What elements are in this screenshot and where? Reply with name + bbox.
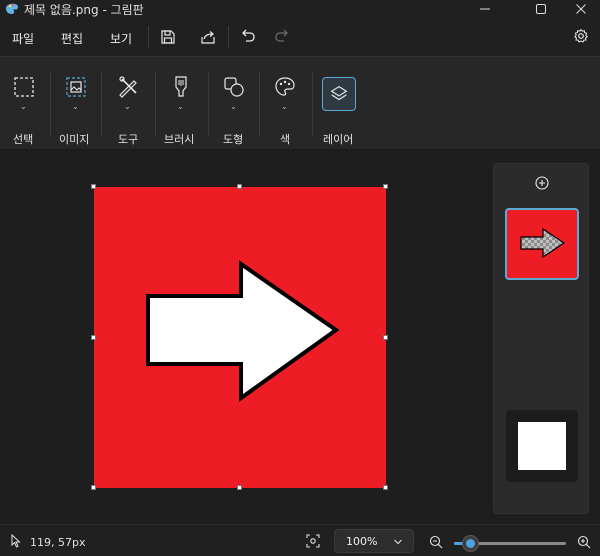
menu-view[interactable]: 보기 bbox=[110, 30, 132, 47]
brush-icon bbox=[175, 76, 187, 97]
settings-icon bbox=[573, 28, 589, 43]
ribbon-label-colors: 색 bbox=[280, 133, 291, 146]
resize-handle-bottom[interactable] bbox=[237, 485, 242, 490]
chevron-down-icon bbox=[394, 539, 402, 545]
redo-button[interactable] bbox=[272, 26, 292, 46]
layers-icon bbox=[330, 85, 348, 101]
paint-app-icon bbox=[6, 3, 18, 15]
image-icon bbox=[66, 77, 86, 97]
zoom-in-icon[interactable] bbox=[577, 535, 591, 549]
resize-handle-top-right[interactable] bbox=[383, 184, 388, 189]
resize-handle-right[interactable] bbox=[383, 335, 388, 340]
share-icon bbox=[201, 31, 215, 44]
ribbon-label-layers: 레이어 bbox=[323, 133, 354, 146]
resize-handle-top[interactable] bbox=[237, 184, 242, 189]
maximize-icon bbox=[536, 4, 546, 14]
ribbon-group-colors[interactable]: ⌄ 색 bbox=[260, 57, 312, 151]
minimize-button[interactable] bbox=[462, 0, 508, 18]
layers-button[interactable] bbox=[322, 77, 356, 111]
drawing-canvas[interactable] bbox=[94, 187, 386, 488]
chevron-down-icon: ⌄ bbox=[177, 102, 184, 111]
menu-bar: 파일 편집 보기 bbox=[0, 18, 600, 56]
menu-edit[interactable]: 편집 bbox=[61, 30, 83, 47]
ribbon-label-tools: 도구 bbox=[118, 133, 139, 146]
zoom-slider-thumb[interactable] bbox=[463, 536, 479, 551]
settings-button[interactable] bbox=[571, 26, 591, 46]
background-layer-thumbnail[interactable] bbox=[506, 410, 578, 482]
resize-handle-bottom-left[interactable] bbox=[91, 485, 96, 490]
window-title: 제목 없음.png - 그림판 bbox=[24, 3, 144, 17]
fit-to-window-icon[interactable] bbox=[306, 534, 320, 548]
background-layer-preview bbox=[518, 422, 566, 470]
menu-divider bbox=[228, 26, 229, 48]
layers-panel bbox=[493, 163, 589, 514]
palette-icon bbox=[275, 77, 295, 96]
chevron-down-icon: ⌄ bbox=[20, 102, 27, 111]
ribbon-label-selection: 선택 bbox=[13, 133, 34, 146]
cursor-icon bbox=[11, 534, 21, 548]
shapes-icon bbox=[224, 77, 244, 97]
ribbon-group-brush[interactable]: ⌄ 브러시 bbox=[156, 57, 208, 151]
zoom-out-icon[interactable] bbox=[429, 535, 443, 549]
undo-icon bbox=[242, 29, 255, 42]
ribbon-group-selection[interactable]: ⌄ 선택 bbox=[0, 57, 50, 151]
title-bar: 제목 없음.png - 그림판 bbox=[0, 0, 600, 18]
ribbon-label-image: 이미지 bbox=[59, 133, 90, 146]
layer-thumbnail-active[interactable] bbox=[505, 208, 579, 280]
arrow-shape[interactable] bbox=[94, 187, 386, 488]
resize-handle-top-left[interactable] bbox=[91, 184, 96, 189]
close-button[interactable] bbox=[558, 0, 600, 18]
save-button[interactable] bbox=[158, 27, 178, 47]
ribbon-label-shapes: 도형 bbox=[223, 133, 244, 146]
selection-icon bbox=[14, 77, 34, 97]
resize-handle-bottom-right[interactable] bbox=[383, 485, 388, 490]
ribbon-group-tools[interactable]: ⌄ 도구 bbox=[102, 57, 154, 151]
redo-icon bbox=[275, 29, 288, 42]
cursor-coordinates: 119, 57px bbox=[30, 536, 86, 549]
resize-handle-left[interactable] bbox=[91, 335, 96, 340]
ribbon-group-shapes[interactable]: ⌄ 도형 bbox=[209, 57, 259, 151]
ribbon-divider bbox=[312, 71, 313, 137]
undo-button[interactable] bbox=[238, 26, 258, 46]
close-icon bbox=[576, 4, 586, 14]
chevron-down-icon: ⌄ bbox=[124, 102, 131, 111]
status-bar: 119, 57px 100% bbox=[0, 524, 600, 556]
ribbon-label-brush: 브러시 bbox=[164, 133, 195, 146]
add-layer-icon[interactable] bbox=[535, 176, 549, 190]
menu-divider bbox=[148, 26, 149, 48]
zoom-dropdown[interactable]: 100% bbox=[334, 529, 414, 553]
layer-preview bbox=[520, 227, 566, 259]
chevron-down-icon: ⌄ bbox=[230, 102, 237, 111]
share-button[interactable] bbox=[198, 27, 218, 47]
save-icon bbox=[161, 30, 175, 44]
menu-file[interactable]: 파일 bbox=[12, 30, 34, 47]
ribbon-toolbar: ⌄ 선택 ⌄ 이미지 ⌄ 도구 ⌄ 브러시 ⌄ 도형 ⌄ 색 레이어 bbox=[0, 56, 600, 150]
ribbon-group-image[interactable]: ⌄ 이미지 bbox=[51, 57, 101, 151]
chevron-down-icon: ⌄ bbox=[72, 102, 79, 111]
zoom-value: 100% bbox=[346, 535, 378, 548]
tools-icon bbox=[119, 76, 137, 98]
chevron-down-icon: ⌄ bbox=[281, 102, 288, 111]
minimize-icon bbox=[480, 8, 490, 10]
